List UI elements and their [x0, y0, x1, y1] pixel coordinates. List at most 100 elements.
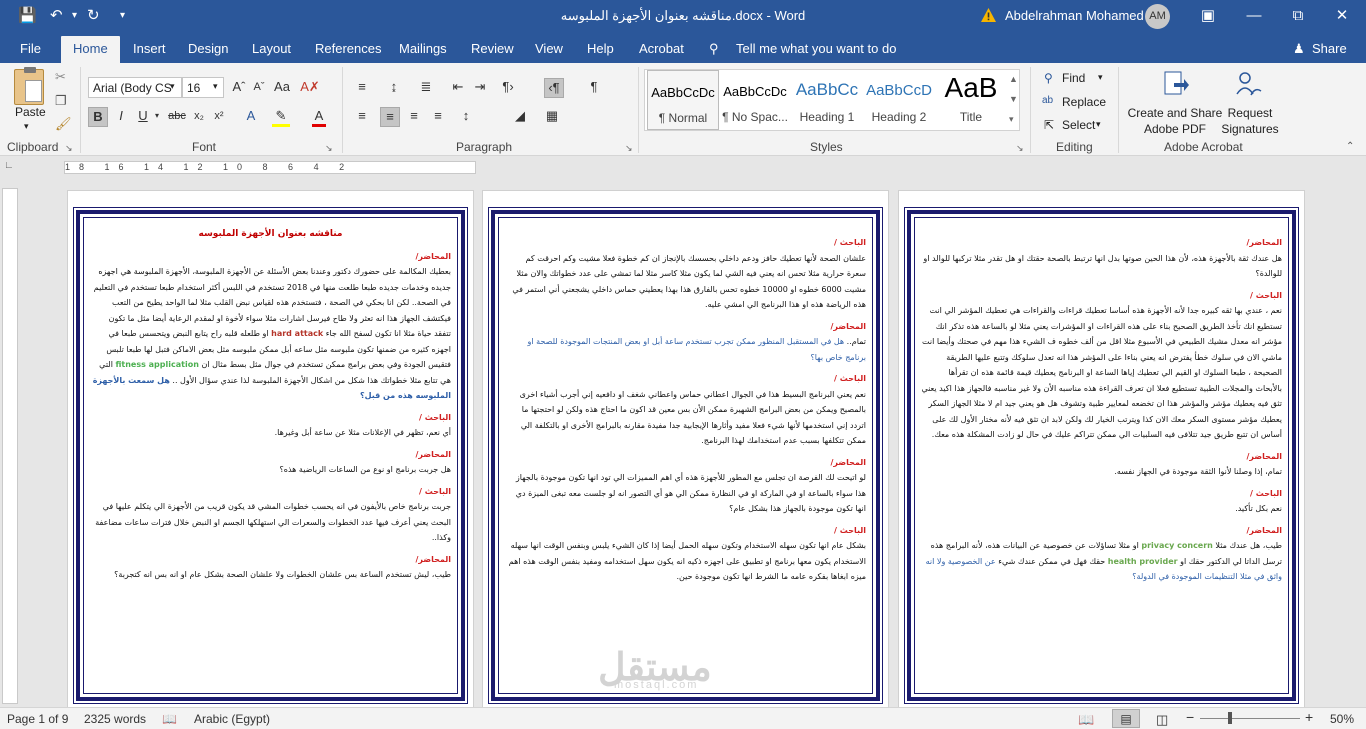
superscript-button[interactable]: x²	[210, 107, 228, 127]
font-launcher-icon[interactable]: ↘	[325, 143, 333, 154]
paste-button[interactable]: Paste	[15, 105, 46, 119]
bullets-icon[interactable]: ≡	[352, 78, 372, 98]
web-layout-icon[interactable]: ◫	[1156, 712, 1168, 728]
page-count[interactable]: Page 1 of 9	[7, 712, 68, 726]
tab-insert[interactable]: Insert	[133, 41, 166, 56]
show-formatting-icon[interactable]: ¶	[584, 78, 604, 98]
subscript-button[interactable]: x₂	[190, 107, 208, 127]
zoom-slider-thumb[interactable]	[1228, 712, 1232, 724]
styles-scroll-down-icon[interactable]: ▼	[1009, 94, 1018, 104]
ruler-ticks[interactable]: 18 16 14 12 10 8 6 4 2	[64, 161, 476, 174]
font-name-dropdown-icon[interactable]: ▾	[170, 81, 175, 92]
minimize-icon[interactable]: —	[1234, 4, 1274, 28]
customize-quick-access-icon[interactable]: ▾	[120, 10, 125, 21]
page-2-text[interactable]: الباحث / علشان الصحة لأنها تعطيك حافز ود…	[505, 235, 866, 591]
word-count[interactable]: 2325 words	[84, 712, 146, 726]
tab-home[interactable]: Home	[61, 36, 120, 63]
page-3-text[interactable]: المحاضر/ هل عندك ثقة بالأجهزة هذه، لأن ه…	[921, 235, 1282, 591]
zoom-in-icon[interactable]: +	[1305, 709, 1313, 725]
request-signatures-icon[interactable]	[1234, 69, 1264, 99]
close-icon[interactable]: ✕	[1322, 4, 1362, 28]
zoom-out-icon[interactable]: −	[1186, 709, 1194, 725]
italic-button[interactable]: I	[112, 107, 130, 127]
tab-mailings[interactable]: Mailings	[399, 41, 447, 56]
styles-launcher-icon[interactable]: ↘	[1016, 143, 1024, 154]
decrease-indent-icon[interactable]: ⇤	[448, 78, 468, 98]
share-icon[interactable]: ♟	[1293, 41, 1305, 57]
shading-icon[interactable]: ◢	[510, 107, 530, 127]
copy-icon[interactable]: ❐	[55, 93, 67, 109]
numbering-icon[interactable]: ↨	[384, 78, 404, 98]
clear-formatting-icon[interactable]: A✗	[300, 78, 320, 98]
paragraph-launcher-icon[interactable]: ↘	[625, 143, 633, 154]
find-dropdown-icon[interactable]: ▾	[1098, 72, 1103, 83]
underline-button[interactable]: U	[134, 107, 152, 127]
vertical-ruler[interactable]	[2, 188, 18, 704]
find-button[interactable]: Find	[1062, 71, 1085, 85]
borders-icon[interactable]: ▦	[542, 107, 562, 127]
tab-view[interactable]: View	[535, 41, 563, 56]
restore-icon[interactable]: ⧉	[1278, 4, 1318, 28]
page-2[interactable]: الباحث / علشان الصحة لأنها تعطيك حافز ود…	[482, 190, 889, 710]
tab-acrobat[interactable]: Acrobat	[639, 41, 684, 56]
page-3[interactable]: المحاضر/ هل عندك ثقة بالأجهزة هذه، لأن ه…	[898, 190, 1305, 710]
collapse-ribbon-icon[interactable]: ⌃	[1346, 141, 1354, 152]
increase-indent-icon[interactable]: ⇥	[470, 78, 490, 98]
font-color-icon[interactable]: A	[310, 107, 328, 127]
underline-dropdown-icon[interactable]: ▾	[152, 107, 162, 127]
clipboard-launcher-icon[interactable]: ↘	[65, 143, 73, 154]
user-name[interactable]: Abdelrahman Mohamed	[1005, 8, 1144, 23]
print-layout-icon[interactable]: ▤	[1112, 709, 1140, 728]
tab-file[interactable]: File	[20, 41, 41, 56]
replace-button[interactable]: Replace	[1062, 95, 1106, 109]
tab-review[interactable]: Review	[471, 41, 514, 56]
undo-icon[interactable]: ↶	[50, 6, 63, 24]
page-1[interactable]: مناقشه بعنوان الأجهزة الملبوسه المحاضر/ …	[67, 190, 474, 710]
undo-dropdown-icon[interactable]: ▾	[72, 10, 77, 21]
zoom-level[interactable]: 50%	[1330, 712, 1354, 726]
align-left-icon[interactable]: ≡	[352, 107, 372, 127]
language-indicator[interactable]: Arabic (Egypt)	[194, 712, 270, 726]
save-icon[interactable]: 💾	[18, 6, 37, 24]
style-title[interactable]: AaB Title	[935, 70, 1007, 130]
tab-references[interactable]: References	[315, 41, 381, 56]
style-heading-2[interactable]: AaBbCcD Heading 2	[863, 70, 935, 130]
read-mode-icon[interactable]: 📖	[1078, 712, 1094, 728]
style-heading-1[interactable]: AaBbCc Heading 1	[791, 70, 863, 130]
align-right-icon[interactable]: ≡	[404, 107, 424, 127]
zoom-slider[interactable]	[1200, 718, 1300, 719]
page-1-text[interactable]: مناقشه بعنوان الأجهزة الملبوسه المحاضر/ …	[90, 223, 451, 589]
justify-icon[interactable]: ≡	[428, 107, 448, 127]
share-button[interactable]: Share	[1312, 41, 1347, 56]
styles-scroll-up-icon[interactable]: ▲	[1009, 74, 1018, 84]
align-center-icon[interactable]: ≡	[380, 107, 400, 127]
tell-me-search[interactable]: Tell me what you want to do	[736, 41, 896, 56]
request-signatures-button[interactable]: Request Signatures	[1218, 105, 1282, 137]
text-effects-icon[interactable]: A	[242, 107, 260, 127]
proofing-icon[interactable]: 📖	[162, 712, 177, 726]
ribbon-display-options-icon[interactable]: ▣	[1188, 4, 1228, 28]
tab-selector-icon[interactable]: ∟	[4, 160, 14, 171]
font-size-dropdown-icon[interactable]: ▾	[213, 81, 218, 92]
redo-icon[interactable]: ↻	[87, 6, 100, 24]
paste-dropdown-icon[interactable]: ▾	[24, 121, 29, 132]
line-spacing-icon[interactable]: ↕	[456, 107, 476, 127]
select-dropdown-icon[interactable]: ▾	[1096, 119, 1101, 130]
grow-font-icon[interactable]: Aˆ	[230, 78, 248, 98]
paste-icon[interactable]	[14, 67, 44, 105]
style-normal[interactable]: AaBbCcDc ¶ Normal	[647, 70, 719, 130]
tab-layout[interactable]: Layout	[252, 41, 291, 56]
multilevel-list-icon[interactable]: ≣	[416, 78, 436, 98]
highlight-color-icon[interactable]: ✎	[270, 107, 292, 127]
change-case-icon[interactable]: Aa	[272, 78, 292, 98]
create-pdf-icon[interactable]	[1160, 69, 1190, 99]
select-icon[interactable]: ⇱	[1044, 118, 1054, 132]
avatar[interactable]: AM	[1145, 4, 1170, 29]
bold-button[interactable]: B	[88, 107, 108, 127]
tab-design[interactable]: Design	[188, 41, 228, 56]
cut-icon[interactable]: ✂	[55, 69, 66, 85]
ltr-direction-icon[interactable]: ¶›	[498, 78, 518, 98]
select-button[interactable]: Select	[1062, 118, 1095, 132]
shrink-font-icon[interactable]: Aˇ	[250, 78, 268, 98]
find-icon[interactable]: ⚲	[1044, 71, 1053, 85]
